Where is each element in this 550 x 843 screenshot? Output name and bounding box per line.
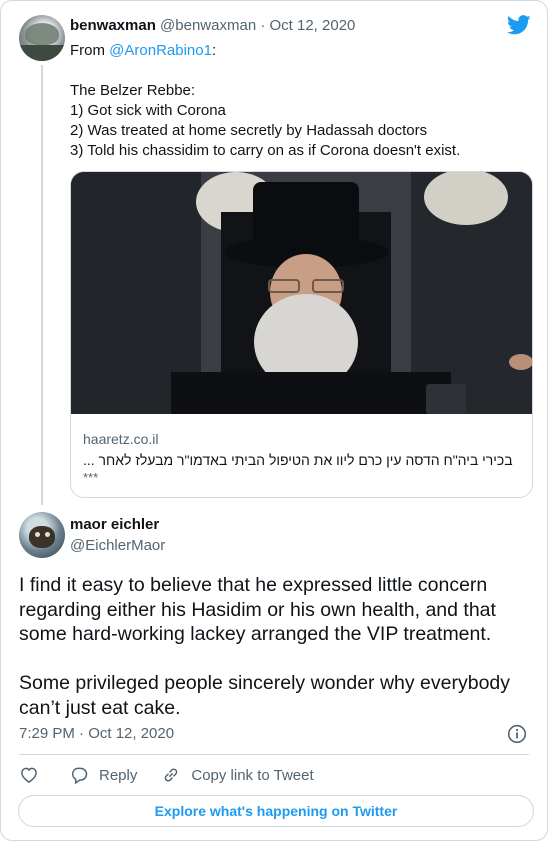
article-photo: [71, 172, 532, 414]
quoted-text-suffix: :: [211, 42, 217, 59]
quoted-text-line: The Belzer Rebbe:: [70, 82, 196, 99]
tweet-embed-card: benwaxman @benwaxman · Oct 12, 2020 From…: [0, 0, 548, 841]
heart-icon: [21, 767, 37, 783]
explore-twitter-button[interactable]: Explore what's happening on Twitter: [18, 795, 534, 827]
header-separator: ·: [260, 17, 266, 34]
quoted-tweet-text: From @AronRabino1: The Belzer Rebbe: 1) …: [70, 41, 530, 161]
link-headline: בכירי ביה"ח הדסה עין כרם ליוו את הטיפול …: [83, 452, 513, 468]
reply-button[interactable]: Reply: [69, 765, 137, 785]
link-headline-suffix: ***: [83, 470, 99, 485]
tweet-text-line: Some privileged people sincerely wonder …: [19, 672, 511, 694]
quoted-text-prefix: From: [70, 42, 110, 59]
thread-connector-line: [41, 65, 43, 505]
reply-icon: [71, 767, 88, 785]
link-preview-card[interactable]: haaretz.co.il בכירי ביה"ח הדסה עין כרם ל…: [70, 171, 533, 498]
maor-eichler-avatar[interactable]: [19, 512, 65, 558]
copy-link-button[interactable]: Copy link to Tweet: [161, 765, 314, 785]
tweet-text-line: can’t just eat cake.: [19, 696, 181, 719]
twitter-bird-icon[interactable]: [507, 15, 531, 35]
quoted-text-line: 2) Was treated at home secretly by Hadas…: [70, 122, 428, 139]
quoted-text-line: 1) Got sick with Corona: [70, 102, 226, 119]
tweet-text-line: regarding either his Hasidim or his own …: [19, 598, 496, 621]
tweet-text-line: I find it easy to believe that he expres…: [19, 574, 488, 596]
tweet-timestamp[interactable]: 7:29 PM · Oct 12, 2020: [19, 725, 174, 742]
author-handle[interactable]: @EichlerMaor: [70, 537, 165, 554]
link-icon: [165, 768, 178, 782]
reply-label: Reply: [99, 766, 138, 784]
link-domain: haaretz.co.il: [83, 431, 159, 447]
quoted-author-name[interactable]: benwaxman: [70, 17, 156, 34]
quoted-author-handle[interactable]: @benwaxman: [160, 17, 256, 34]
quoted-tweet-date[interactable]: Oct 12, 2020: [270, 17, 356, 34]
info-icon[interactable]: [507, 724, 527, 744]
benwaxman-avatar[interactable]: [19, 15, 65, 61]
mention-link[interactable]: @AronRabino1: [109, 42, 212, 59]
author-name[interactable]: maor eichler: [70, 516, 159, 533]
action-divider: [19, 754, 529, 755]
quoted-tweet-header: benwaxman @benwaxman · Oct 12, 2020: [70, 17, 355, 34]
tweet-actions: Reply Copy link to Tweet: [19, 764, 338, 786]
tweet-text-line: some hard-working lackey arranged the VI…: [19, 623, 492, 645]
copy-link-label: Copy link to Tweet: [191, 766, 314, 784]
like-button[interactable]: [19, 765, 39, 785]
tweet-text: I find it easy to believe that he expres…: [19, 573, 539, 720]
quoted-text-line: 3) Told his chassidim to carry on as if …: [70, 142, 461, 159]
